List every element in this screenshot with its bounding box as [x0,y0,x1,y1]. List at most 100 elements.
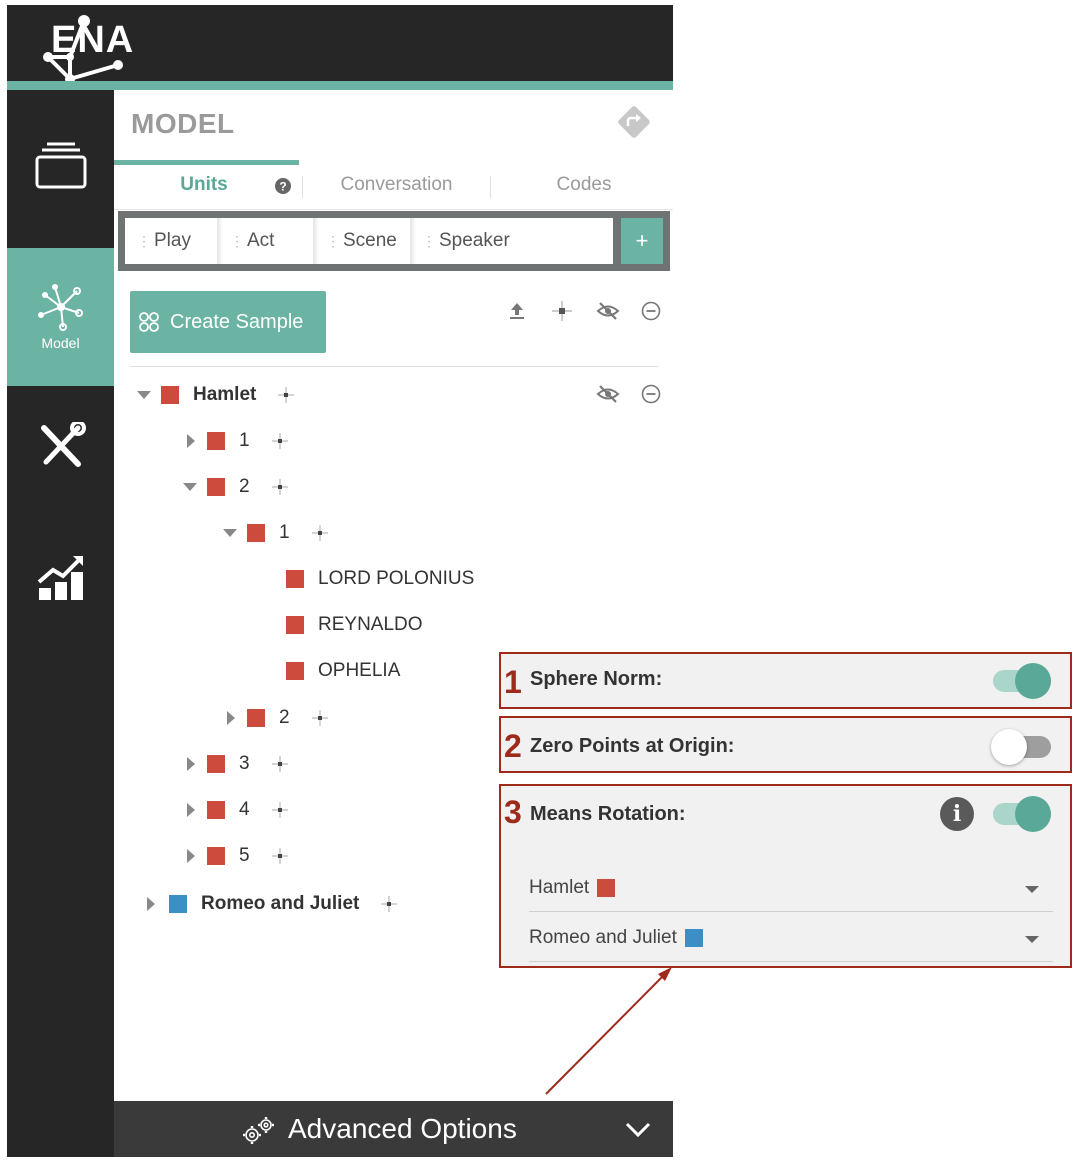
nav-results[interactable] [7,538,114,618]
tree-item-scene-1[interactable]: 1 [223,518,330,548]
target-icon[interactable] [551,300,573,322]
caret-down-icon[interactable] [183,483,197,491]
caret-right-icon[interactable] [187,849,195,863]
color-swatch [207,755,225,773]
tree-item-label: REYNALDO [318,614,423,635]
unit-chip-play[interactable]: ⋮ Play [137,218,191,264]
advanced-options-toggle[interactable]: Advanced Options [114,1101,673,1157]
tree-item-label: 1 [279,522,290,543]
target-icon[interactable] [310,523,330,543]
caret-down-icon[interactable] [137,391,151,399]
tree-item-label: 4 [239,799,250,820]
color-swatch [247,524,265,542]
eye-hidden-icon[interactable] [596,300,620,322]
tree-item-act-2[interactable]: 2 [183,472,290,502]
upload-icon[interactable] [507,300,527,320]
tree-item-label: Romeo and Juliet [201,893,360,914]
drag-handle-icon[interactable]: ⋮ [326,233,340,250]
caret-right-icon[interactable] [187,757,195,771]
unit-chip-speaker[interactable]: ⋮ Speaker [422,218,510,264]
collapse-minus-icon[interactable] [640,383,662,405]
info-icon[interactable]: i [940,797,974,831]
add-unit-button[interactable]: + [621,218,663,264]
drag-handle-icon[interactable]: ⋮ [230,233,244,250]
tree-item-hamlet[interactable]: Hamlet [137,380,296,410]
tree-item-speaker[interactable]: OPHELIA [286,656,400,686]
tab-codes-label: Codes [556,174,612,195]
caret-down-icon[interactable] [223,529,237,537]
gears-icon [243,1117,274,1144]
divider [130,366,658,367]
select-value: Hamlet [529,876,590,898]
chip-divider [410,218,416,264]
target-icon[interactable] [270,477,290,497]
share-direction-icon[interactable] [616,104,652,140]
tree-item-act-4[interactable]: 4 [187,795,290,825]
caret-right-icon[interactable] [147,897,155,911]
target-icon[interactable] [270,846,290,866]
collapse-minus-icon[interactable] [640,300,662,322]
caret-right-icon[interactable] [227,711,235,725]
zero-points-toggle[interactable] [991,727,1051,767]
tree-item-romeo-and-juliet[interactable]: Romeo and Juliet [147,889,399,919]
color-swatch [207,801,225,819]
means-group-select-1[interactable]: Hamlet [529,864,1053,912]
dropdown-caret-icon[interactable] [1025,886,1039,893]
option-label: Zero Points at Origin: [530,735,735,757]
dropdown-caret-icon[interactable] [1025,936,1039,943]
target-icon[interactable] [270,431,290,451]
color-swatch [286,662,304,680]
chip-divider [217,218,223,264]
color-swatch [597,878,616,897]
help-icon[interactable]: ? [274,177,292,195]
sphere-norm-toggle[interactable] [991,661,1051,701]
tab-units[interactable]: Units [154,160,254,210]
units-selector-bar: ⋮ Play ⋮ Act ⋮ Scene ⋮ Speaker + [118,211,670,271]
toggle-knob [1015,796,1051,832]
color-swatch [247,709,265,727]
color-swatch [286,570,304,588]
nav-units[interactable] [7,120,114,210]
nav-tools[interactable] [7,406,114,486]
option-zero-points: 2 Zero Points at Origin: [499,716,1072,773]
chevron-down-icon[interactable] [624,1121,652,1139]
unit-chip-scene[interactable]: ⋮ Scene [326,218,397,264]
top-accent-bar [7,81,673,90]
tree-item-act-5[interactable]: 5 [187,841,290,871]
option-number: 1 [504,664,522,700]
means-group-select-2[interactable]: Romeo and Juliet [529,914,1053,962]
wrench-screwdriver-icon [40,422,86,467]
toggle-knob [991,729,1027,765]
nav-model[interactable]: Model [7,248,114,386]
tab-codes[interactable]: Codes [504,160,664,210]
tree-item-scene-2[interactable]: 2 [227,703,330,733]
target-icon[interactable] [276,385,296,405]
target-icon[interactable] [310,708,330,728]
eye-hidden-icon[interactable] [596,383,620,405]
color-swatch [207,847,225,865]
tree-item-speaker[interactable]: LORD POLONIUS [286,564,474,594]
target-icon[interactable] [270,754,290,774]
option-sphere-norm: 1 Sphere Norm: [499,652,1072,709]
drag-handle-icon[interactable]: ⋮ [422,233,436,250]
color-swatch [286,616,304,634]
drag-handle-icon[interactable]: ⋮ [137,233,151,250]
create-sample-button[interactable]: Create Sample [130,291,326,353]
unit-chip-label: Scene [343,230,397,251]
unit-chip-act[interactable]: ⋮ Act [230,218,274,264]
left-nav: Model [7,90,114,1157]
target-icon[interactable] [270,800,290,820]
logo-text: ENA [51,19,135,61]
caret-right-icon[interactable] [187,434,195,448]
tab-units-label: Units [180,174,228,195]
help-glyph: ? [279,180,286,194]
tree-item-act-1[interactable]: 1 [187,426,290,456]
nav-model-label: Model [41,335,80,351]
target-icon[interactable] [379,894,399,914]
tree-item-act-3[interactable]: 3 [187,749,290,779]
means-rotation-toggle[interactable] [991,794,1051,834]
tree-item-speaker[interactable]: REYNALDO [286,610,423,640]
color-swatch [207,432,225,450]
tab-conversation[interactable]: Conversation [309,160,484,210]
caret-right-icon[interactable] [187,803,195,817]
